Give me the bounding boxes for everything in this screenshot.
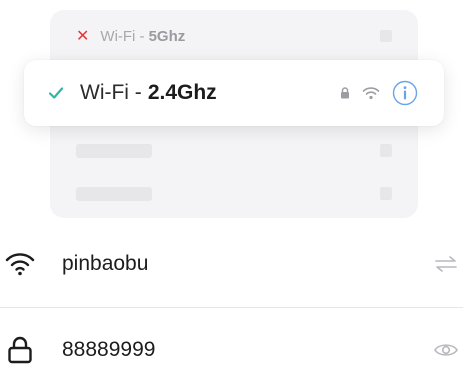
network-status-icons [340,80,418,106]
eye-icon[interactable] [433,338,459,362]
wifi-signal-icon [362,87,380,100]
network-option-5ghz[interactable]: ✕ Wi-Fi - 5Ghz [50,10,418,62]
network-band: 5Ghz [148,27,186,45]
network-prefix: Wi-Fi - [80,81,142,104]
wifi-config-screen: ✕ Wi-Fi - 5Ghz Wi-Fi - 2.4Ghz pinbaobu 8… [0,0,463,390]
lock-icon [341,87,349,99]
ssid-value[interactable]: pinbaobu [62,252,148,276]
placeholder-icon [380,30,392,42]
network-prefix: Wi-Fi - [100,27,145,45]
placeholder-icon [380,187,392,200]
placeholder-label [76,187,152,201]
lock-icon [8,336,32,364]
divider [0,307,463,308]
network-band: 2.4Ghz [147,81,217,104]
wifi-icon [5,253,35,276]
password-value[interactable]: 88889999 [62,338,155,362]
placeholder-icon [380,144,392,157]
network-option-placeholder [50,136,418,166]
network-option-selected[interactable]: Wi-Fi - 2.4Ghz [24,60,444,126]
password-field[interactable]: 88889999 [0,324,463,376]
swap-icon[interactable] [433,252,459,276]
check-icon [48,87,64,99]
network-option-placeholder [50,179,418,209]
info-icon[interactable] [392,80,418,106]
x-icon: ✕ [76,28,90,45]
placeholder-label [76,144,152,158]
ssid-field[interactable]: pinbaobu [0,238,463,290]
